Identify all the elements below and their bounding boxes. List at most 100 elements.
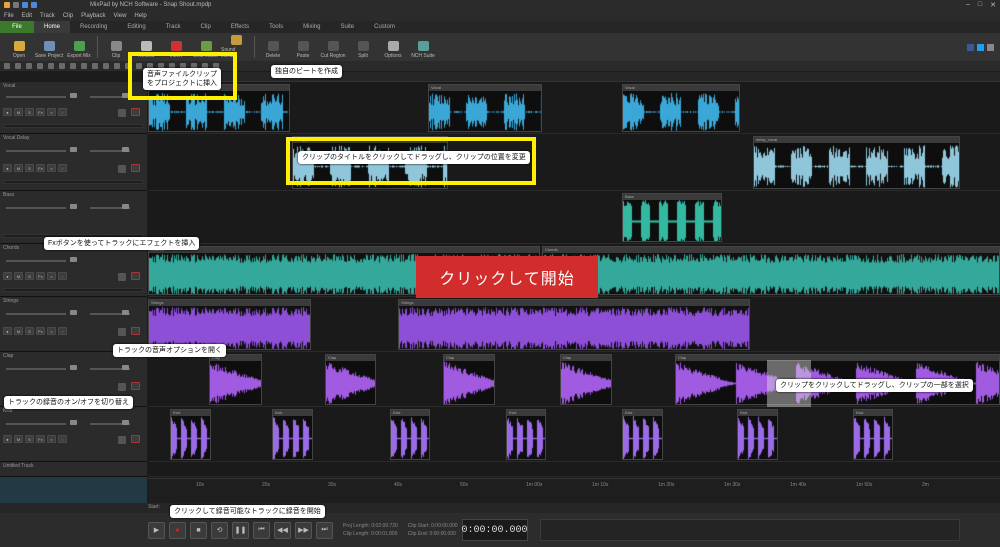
record-toggle-icon[interactable]	[131, 327, 140, 335]
tab-clip[interactable]: Clip	[191, 21, 221, 33]
eq-button[interactable]: ≈	[47, 435, 56, 443]
pause-button[interactable]: ❚❚	[232, 521, 249, 539]
tab-tools[interactable]: Tools	[259, 21, 293, 33]
volume-knob[interactable]	[70, 310, 77, 315]
input-button[interactable]: ◌	[58, 108, 67, 116]
skip-end-button[interactable]: ⏭	[316, 521, 333, 539]
input-button[interactable]: ◌	[58, 164, 67, 172]
save-quick-icon[interactable]	[13, 2, 19, 8]
volume-knob[interactable]	[70, 93, 77, 98]
eq-button[interactable]: ≈	[47, 108, 56, 116]
open-button[interactable]: Open	[4, 34, 34, 60]
mute-button[interactable]: M	[14, 435, 23, 443]
track-name[interactable]: Vocal Delay	[3, 135, 29, 141]
tab-custom[interactable]: Custom	[364, 21, 405, 33]
clip-vocal[interactable]: Vocal	[428, 84, 542, 132]
volume-slider[interactable]	[6, 260, 66, 262]
tab-suite[interactable]: Suite	[330, 21, 364, 33]
track-options-icon[interactable]	[118, 273, 126, 281]
pan-knob[interactable]	[122, 204, 129, 209]
tool-icon[interactable]	[15, 63, 21, 69]
tool-icon[interactable]	[26, 63, 32, 69]
clip-bass[interactable]: Bass	[622, 193, 722, 242]
track-name[interactable]: Bass	[3, 192, 14, 198]
record-arm-button[interactable]: ●	[3, 327, 12, 335]
clip-button[interactable]: Clip	[101, 34, 131, 60]
clip-kick[interactable]: Kick	[506, 409, 546, 460]
export-mix-button[interactable]: Export Mix	[64, 34, 94, 60]
pan-knob[interactable]	[122, 310, 129, 315]
volume-slider[interactable]	[6, 150, 66, 152]
fx-button[interactable]: Fx	[36, 327, 45, 335]
help-icon[interactable]	[987, 43, 994, 51]
stop-button[interactable]: ■	[190, 521, 207, 539]
fx-button[interactable]: Fx	[36, 164, 45, 172]
clip-kick[interactable]: Kick	[170, 409, 211, 460]
menu-playback[interactable]: Playback	[81, 13, 105, 19]
tab-track[interactable]: Track	[156, 21, 191, 33]
eq-button[interactable]: ≈	[47, 327, 56, 335]
volume-knob[interactable]	[70, 365, 77, 370]
track-options-icon[interactable]	[118, 328, 126, 336]
record-arm-button[interactable]: ●	[3, 108, 12, 116]
record-arm-button[interactable]: ●	[3, 272, 12, 280]
menu-edit[interactable]: Edit	[22, 13, 32, 19]
record-toggle-icon[interactable]	[131, 164, 140, 172]
volume-slider[interactable]	[6, 423, 66, 425]
tab-recording[interactable]: Recording	[70, 21, 117, 33]
clip-strings[interactable]: Strings	[148, 299, 311, 350]
menu-file[interactable]: File	[4, 13, 14, 19]
clip-kick[interactable]: Kick	[737, 409, 778, 460]
record-arm-button[interactable]: ●	[3, 164, 12, 172]
menu-help[interactable]: Help	[134, 13, 146, 19]
tool-icon[interactable]	[4, 63, 10, 69]
volume-slider[interactable]	[6, 313, 66, 315]
tool-icon[interactable]	[114, 63, 120, 69]
volume-slider[interactable]	[6, 368, 66, 370]
volume-knob[interactable]	[70, 147, 77, 152]
pan-knob[interactable]	[122, 147, 129, 152]
solo-button[interactable]: S	[25, 108, 34, 116]
eq-button[interactable]: ≈	[47, 164, 56, 172]
nch-suite-button[interactable]: NCH Suite	[408, 34, 438, 60]
tool-icon[interactable]	[81, 63, 87, 69]
scroll-bar[interactable]: Start:	[0, 503, 1000, 513]
maximize-icon[interactable]: □	[978, 1, 982, 9]
clip-kick[interactable]: Kick	[390, 409, 430, 460]
volume-knob[interactable]	[70, 257, 77, 262]
play-button[interactable]: ▶	[148, 521, 165, 539]
clip-clap[interactable]: Clap	[209, 354, 262, 405]
tool-icon[interactable]	[59, 63, 65, 69]
save-project-button[interactable]: Save Project	[34, 34, 64, 60]
clip-strings[interactable]: Strings	[398, 299, 750, 350]
volume-slider[interactable]	[6, 207, 66, 209]
redo-icon[interactable]	[31, 2, 37, 8]
lane-untitled[interactable]	[148, 462, 1000, 477]
twitter-icon[interactable]	[977, 43, 984, 51]
input-button[interactable]: ◌	[58, 435, 67, 443]
clip-chords[interactable]: Chords	[542, 246, 1000, 295]
pan-knob[interactable]	[122, 420, 129, 425]
menu-clip[interactable]: Clip	[63, 13, 73, 19]
timeline-overview[interactable]: 10s 20s 30s 40s 50s 1m 00s 1m 10s 1m 20s 1m 30s 1…	[148, 478, 1000, 504]
fast-forward-button[interactable]: ▶▶	[295, 521, 312, 539]
record-button[interactable]: ●	[169, 521, 186, 539]
tool-icon[interactable]	[92, 63, 98, 69]
tab-mixing[interactable]: Mixing	[293, 21, 330, 33]
tab-file[interactable]: File	[0, 21, 34, 33]
clip-kick[interactable]: Kick	[853, 409, 893, 460]
track-name[interactable]: Chords	[3, 245, 19, 251]
clip-vocal[interactable]: Vocal	[622, 84, 740, 132]
record-arm-button[interactable]: ●	[3, 435, 12, 443]
undo-icon[interactable]	[22, 2, 28, 8]
solo-button[interactable]: S	[25, 272, 34, 280]
input-button[interactable]: ◌	[58, 327, 67, 335]
cut-region-button[interactable]: Cut Region	[318, 34, 348, 60]
pan-knob[interactable]	[122, 365, 129, 370]
track-options-icon[interactable]	[118, 383, 126, 391]
eq-button[interactable]: ≈	[47, 272, 56, 280]
facebook-icon[interactable]	[967, 43, 974, 51]
solo-button[interactable]: S	[25, 435, 34, 443]
menu-track[interactable]: Track	[40, 13, 55, 19]
tool-icon[interactable]	[48, 63, 54, 69]
